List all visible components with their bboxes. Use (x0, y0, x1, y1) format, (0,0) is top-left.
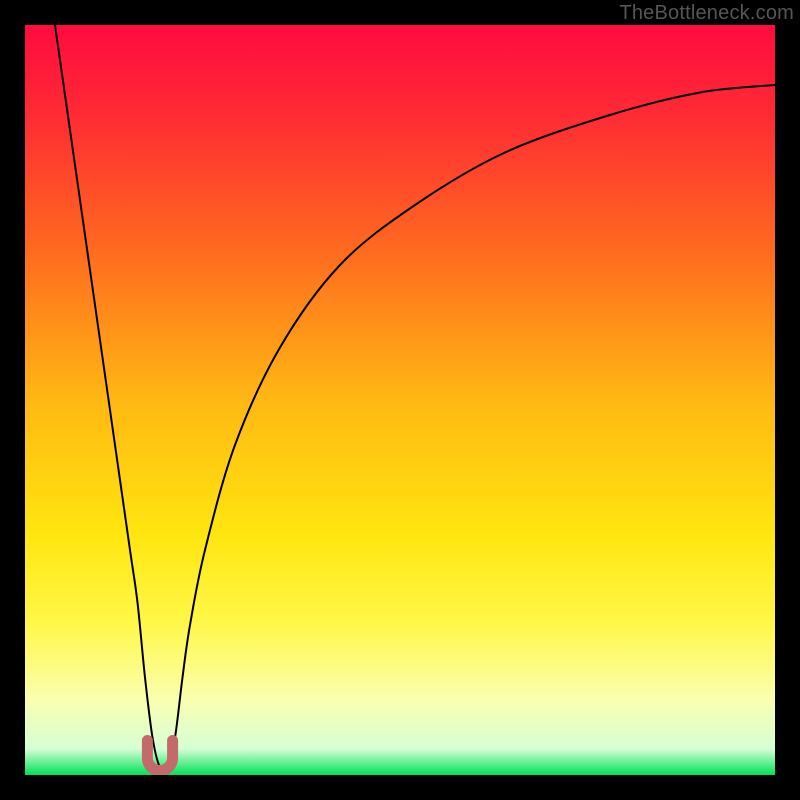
bottom-marker (25, 25, 775, 775)
chart-outer-frame: TheBottleneck.com (0, 0, 800, 800)
plot-area (25, 25, 775, 775)
watermark-text: TheBottleneck.com (619, 2, 794, 25)
